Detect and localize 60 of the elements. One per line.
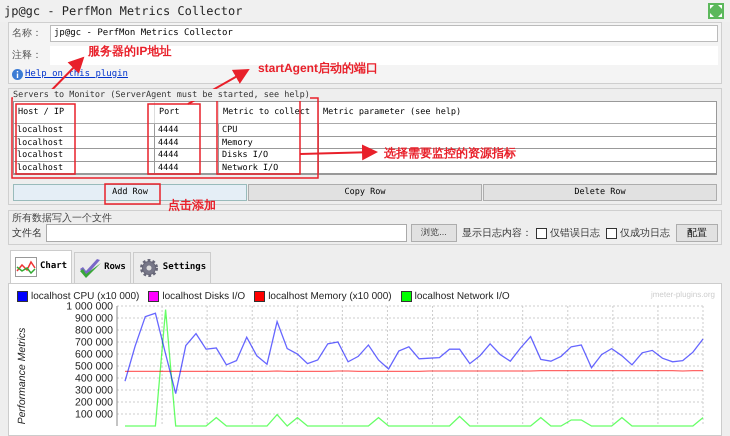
legend-label: localhost CPU (x10 000) bbox=[31, 290, 140, 302]
y-tick-label: 200 000 bbox=[75, 396, 113, 408]
annotation-text: startAgent启动的端口 bbox=[258, 61, 378, 75]
legend-label: localhost Memory (x10 000) bbox=[268, 290, 392, 304]
tab[interactable]: Chart bbox=[10, 250, 72, 283]
chart-icon bbox=[15, 257, 37, 277]
y-tick-label: 300 000 bbox=[75, 384, 113, 396]
tab[interactable]: Settings bbox=[132, 252, 212, 283]
table-cell-text: localhost bbox=[16, 149, 64, 161]
table-cell: Disks I/O bbox=[218, 149, 318, 161]
file-name-field[interactable] bbox=[46, 224, 407, 242]
group-title: Servers to Monitor (ServerAgent must be started, see help) bbox=[13, 89, 310, 101]
checkbox[interactable] bbox=[606, 228, 617, 238]
checkbox[interactable] bbox=[536, 228, 547, 238]
checkbox-label: 仅成功日志 bbox=[620, 226, 670, 240]
y-tick-label: 1 000 000 bbox=[66, 300, 113, 312]
y-tick-label: 700 000 bbox=[75, 336, 113, 348]
column-header: Port bbox=[154, 102, 218, 123]
row-button[interactable]: Delete Row bbox=[483, 184, 717, 201]
column-header: Metric parameter (see help) bbox=[318, 102, 716, 123]
browse-button[interactable]: 浏览... bbox=[411, 224, 457, 242]
checkbox-label: 仅错误日志 bbox=[550, 226, 600, 240]
gear-icon bbox=[138, 258, 160, 278]
config-button[interactable]: 配置 bbox=[676, 224, 718, 242]
expand-icon[interactable] bbox=[708, 3, 724, 19]
annotation-text: 服务器的IP地址 bbox=[88, 44, 172, 58]
table-cell: 4444 bbox=[154, 149, 218, 161]
row-button[interactable]: Copy Row bbox=[248, 184, 482, 201]
window-title: jp@gc - PerfMon Metrics Collector bbox=[4, 3, 242, 20]
log-label: 显示日志内容： bbox=[462, 226, 532, 240]
legend-label: localhost Network I/O bbox=[414, 290, 510, 304]
table-cell: Memory bbox=[218, 136, 318, 148]
table-cell: Network I/O bbox=[218, 162, 318, 174]
tab[interactable]: Rows bbox=[74, 252, 131, 283]
table-cell-text: localhost bbox=[16, 136, 64, 148]
legend-label: localhost Disks I/O bbox=[162, 290, 246, 304]
checkmark-icon bbox=[79, 258, 102, 278]
y-tick-label: 500 000 bbox=[75, 360, 113, 372]
annotation-box bbox=[104, 183, 161, 205]
table-cell-text: localhost bbox=[16, 162, 64, 174]
y-tick-label: 600 000 bbox=[75, 348, 113, 360]
table-cell: CPU bbox=[218, 124, 318, 136]
annotation-text: 点击添加 bbox=[168, 198, 216, 212]
table-cell: 4444 bbox=[154, 162, 218, 174]
table-cell-text: localhost bbox=[16, 124, 64, 136]
table-cell: 4444 bbox=[154, 136, 218, 148]
name-field[interactable]: jp@gc - PerfMon Metrics Collector bbox=[50, 25, 718, 42]
file-label: 文件名 bbox=[12, 226, 42, 240]
annotation-text: 选择需要监控的资源指标 bbox=[384, 146, 516, 160]
comment-label: 注释： bbox=[12, 48, 43, 62]
group-title: 所有数据写入一个文件 bbox=[12, 212, 113, 224]
y-axis-label: Performance Metrics bbox=[16, 328, 28, 424]
y-tick-label: 900 000 bbox=[75, 312, 113, 324]
info-icon bbox=[12, 69, 23, 80]
y-tick-label: 100 000 bbox=[75, 408, 113, 420]
y-tick-label: 800 000 bbox=[75, 324, 113, 336]
name-label: 名称： bbox=[12, 27, 43, 41]
column-header: Host / IP bbox=[17, 106, 66, 120]
table-cell: 4444 bbox=[154, 124, 218, 136]
y-tick-label: 400 000 bbox=[75, 372, 113, 384]
